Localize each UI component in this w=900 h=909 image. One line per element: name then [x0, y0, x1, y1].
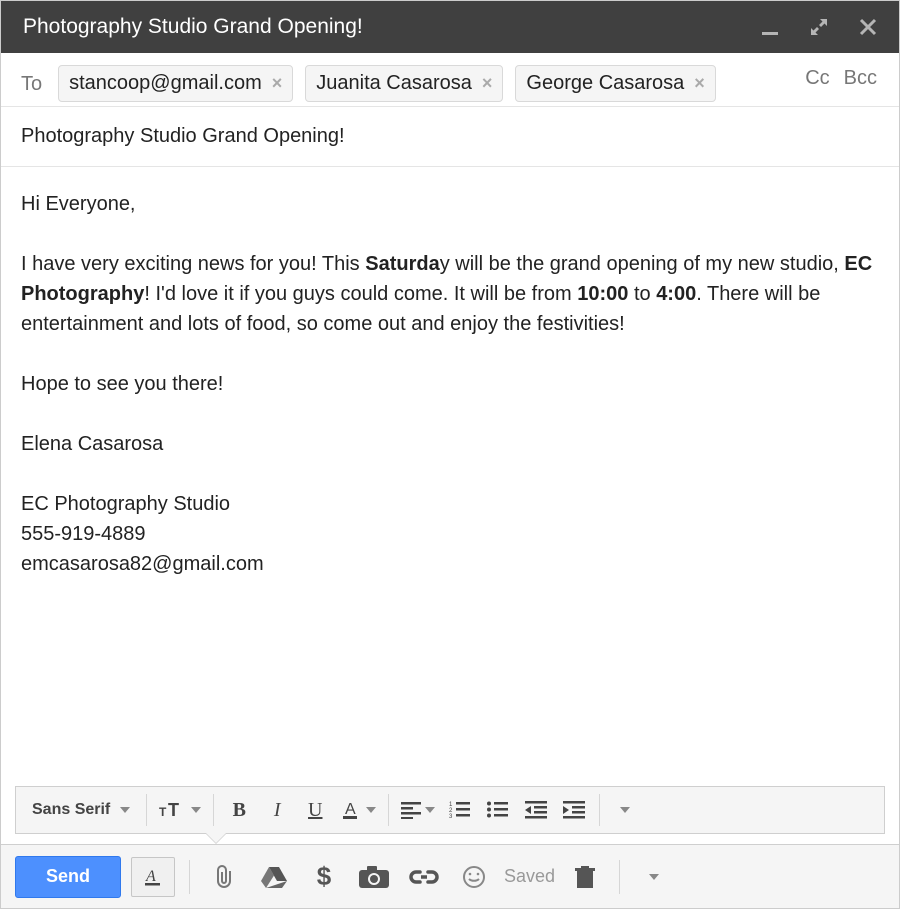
- close-icon[interactable]: [859, 18, 877, 36]
- saved-indicator: Saved: [504, 866, 555, 887]
- to-label: To: [21, 65, 42, 96]
- font-family-button[interactable]: Sans Serif: [22, 791, 140, 829]
- compose-window: Photography Studio Grand Opening! To sta…: [0, 0, 900, 909]
- svg-text:3: 3: [449, 814, 453, 819]
- signature-name: Elena Casarosa: [21, 429, 879, 459]
- separator: [388, 794, 389, 826]
- insert-photo-button[interactable]: [354, 857, 394, 897]
- discard-draft-button[interactable]: [565, 857, 605, 897]
- chevron-down-icon: [425, 807, 435, 813]
- body-greeting: Hi Everyone,: [21, 189, 879, 219]
- bottom-bar: Send A $ Saved: [1, 844, 899, 908]
- remove-recipient-icon[interactable]: ×: [482, 73, 493, 94]
- subject-text: Photography Studio Grand Opening!: [21, 125, 345, 147]
- attach-file-button[interactable]: [204, 857, 244, 897]
- svg-text:A: A: [145, 868, 156, 885]
- body-closing: Hope to see you there!: [21, 369, 879, 399]
- drive-button[interactable]: [254, 857, 294, 897]
- subject-field[interactable]: Photography Studio Grand Opening!: [1, 107, 899, 167]
- window-controls: [761, 17, 877, 37]
- chevron-down-icon: [366, 807, 376, 813]
- separator: [146, 794, 147, 826]
- bold-button[interactable]: B: [220, 791, 258, 829]
- indent-more-button[interactable]: [555, 791, 593, 829]
- window-title: Photography Studio Grand Opening!: [23, 15, 363, 39]
- separator: [619, 860, 620, 894]
- body-paragraph: I have very exciting news for you! This …: [21, 249, 879, 339]
- send-button[interactable]: Send: [15, 856, 121, 898]
- more-formatting-button[interactable]: [606, 791, 644, 829]
- recipient-text: Juanita Casarosa: [316, 72, 472, 95]
- message-body[interactable]: Hi Everyone, I have very exciting news f…: [1, 167, 899, 786]
- cc-button[interactable]: Cc: [805, 67, 829, 90]
- insert-emoji-button[interactable]: [454, 857, 494, 897]
- chevron-down-icon: [620, 807, 630, 813]
- insert-money-button[interactable]: $: [304, 857, 344, 897]
- minimize-icon[interactable]: [761, 18, 779, 36]
- expand-icon[interactable]: [809, 17, 829, 37]
- svg-text:T: T: [159, 805, 167, 819]
- insert-link-button[interactable]: [404, 857, 444, 897]
- formatting-toggle-button[interactable]: A: [131, 857, 175, 897]
- remove-recipient-icon[interactable]: ×: [694, 73, 705, 94]
- titlebar: Photography Studio Grand Opening!: [1, 1, 899, 53]
- recipient-chips: stancoop@gmail.com × Juanita Casarosa × …: [58, 65, 879, 102]
- font-family-label: Sans Serif: [32, 801, 110, 819]
- chevron-down-icon: [649, 874, 659, 880]
- recipient-text: stancoop@gmail.com: [69, 72, 262, 95]
- cc-bcc-controls: Cc Bcc: [805, 67, 877, 90]
- formatting-toolbar: Sans Serif TT B I U A 123: [15, 786, 885, 834]
- recipient-text: George Casarosa: [526, 72, 684, 95]
- numbered-list-button[interactable]: 123: [441, 791, 479, 829]
- recipient-chip[interactable]: stancoop@gmail.com ×: [58, 65, 293, 102]
- separator: [213, 794, 214, 826]
- remove-recipient-icon[interactable]: ×: [272, 73, 283, 94]
- recipient-chip[interactable]: George Casarosa ×: [515, 65, 715, 102]
- signature-email: emcasarosa82@gmail.com: [21, 549, 879, 579]
- to-section[interactable]: To stancoop@gmail.com × Juanita Casarosa…: [1, 53, 899, 107]
- separator: [599, 794, 600, 826]
- more-options-button[interactable]: [634, 857, 674, 897]
- chevron-down-icon: [120, 807, 130, 813]
- chevron-down-icon: [191, 807, 201, 813]
- font-size-button[interactable]: TT: [153, 791, 207, 829]
- bullet-list-button[interactable]: [479, 791, 517, 829]
- bcc-button[interactable]: Bcc: [844, 67, 877, 90]
- italic-button[interactable]: I: [258, 791, 296, 829]
- align-button[interactable]: [395, 791, 441, 829]
- indent-less-button[interactable]: [517, 791, 555, 829]
- svg-text:A: A: [345, 801, 356, 818]
- svg-text:T: T: [168, 800, 179, 820]
- recipient-chip[interactable]: Juanita Casarosa ×: [305, 65, 503, 102]
- separator: [189, 860, 190, 894]
- signature-company: EC Photography Studio: [21, 489, 879, 519]
- signature-phone: 555-919-4889: [21, 519, 879, 549]
- underline-button[interactable]: U: [296, 791, 334, 829]
- text-color-button[interactable]: A: [334, 791, 382, 829]
